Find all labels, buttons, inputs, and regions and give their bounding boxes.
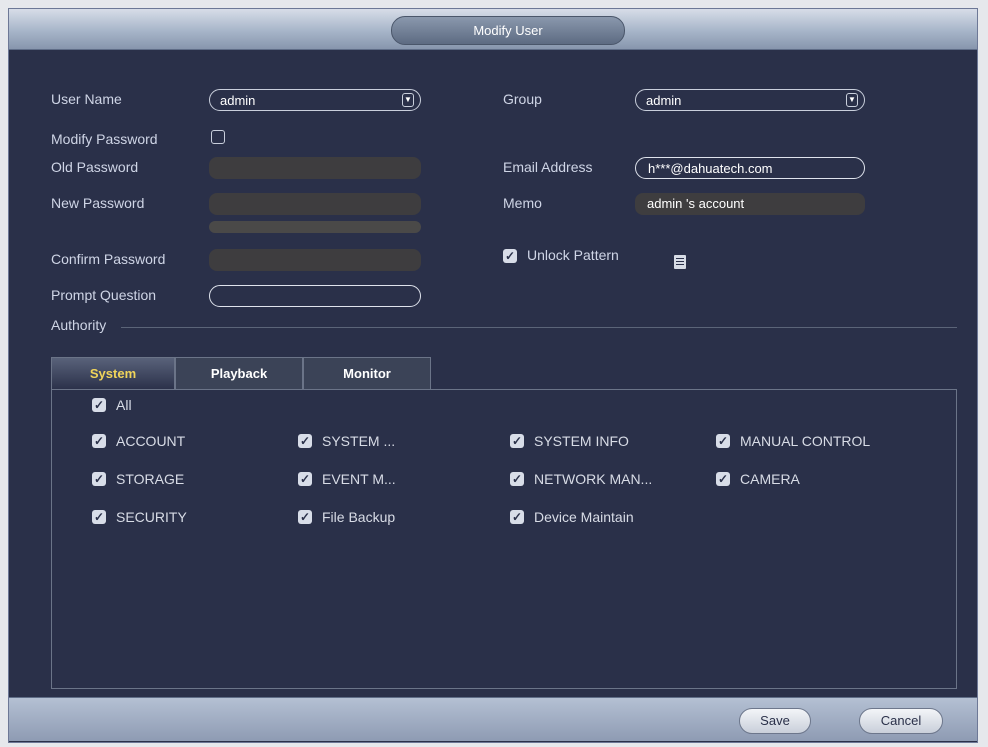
group-select[interactable]: admin ▼ <box>635 89 865 111</box>
permission-label-system: SYSTEM ... <box>322 433 396 449</box>
permission-checkbox-network[interactable]: ✓ <box>510 472 524 486</box>
unlock-pattern-label: Unlock Pattern <box>527 247 619 263</box>
confirm-password-label: Confirm Password <box>51 251 166 267</box>
permission-checkbox-system[interactable]: ✓ <box>298 434 312 448</box>
prompt-question-field[interactable] <box>209 285 421 307</box>
unlock-pattern-checkbox[interactable]: ✓ <box>503 249 517 263</box>
memo-label: Memo <box>503 195 542 211</box>
permission-checkbox-account[interactable]: ✓ <box>92 434 106 448</box>
save-button[interactable]: Save <box>739 708 811 734</box>
permission-label-camera: CAMERA <box>740 471 800 487</box>
authority-label: Authority <box>51 317 107 333</box>
permission-checkbox-storage[interactable]: ✓ <box>92 472 106 486</box>
permission-checkbox-camera[interactable]: ✓ <box>716 472 730 486</box>
password-strength-bar <box>209 221 421 233</box>
cancel-button[interactable]: Cancel <box>859 708 943 734</box>
permissions-panel: ✓ All ✓ ACCOUNT ✓ SYSTEM ... ✓ SYSTEM IN… <box>51 389 957 689</box>
group-label: Group <box>503 91 542 107</box>
bottom-button-bar: Save Cancel <box>9 697 977 741</box>
tab-playback[interactable]: Playback <box>175 357 303 389</box>
tab-system[interactable]: System <box>51 357 175 390</box>
email-address-label: Email Address <box>503 159 593 175</box>
permission-label-device-maintain: Device Maintain <box>534 509 634 525</box>
permission-checkbox-device-maintain[interactable]: ✓ <box>510 510 524 524</box>
new-password-label: New Password <box>51 195 145 211</box>
dialog-title: Modify User <box>391 16 625 45</box>
permission-label-storage: STORAGE <box>116 471 185 487</box>
tab-monitor[interactable]: Monitor <box>303 357 431 389</box>
memo-field[interactable]: admin 's account <box>635 193 865 215</box>
authority-divider <box>121 327 957 328</box>
permission-label-system-info: SYSTEM INFO <box>534 433 629 449</box>
modify-password-checkbox[interactable] <box>211 130 225 144</box>
user-name-value: admin <box>220 93 256 108</box>
group-value: admin <box>646 93 682 108</box>
old-password-label: Old Password <box>51 159 139 175</box>
document-icon[interactable] <box>674 255 686 269</box>
user-name-select[interactable]: admin ▼ <box>209 89 421 111</box>
old-password-field[interactable] <box>209 157 421 179</box>
permission-label-account: ACCOUNT <box>116 433 186 449</box>
modify-password-label: Modify Password <box>51 131 158 147</box>
prompt-question-label: Prompt Question <box>51 287 157 303</box>
new-password-field[interactable] <box>209 193 421 215</box>
permission-checkbox-event[interactable]: ✓ <box>298 472 312 486</box>
permission-label-event: EVENT M... <box>322 471 396 487</box>
all-label: All <box>116 397 132 413</box>
user-name-label: User Name <box>51 91 122 107</box>
chevron-down-icon: ▼ <box>846 93 858 107</box>
all-checkbox[interactable]: ✓ <box>92 398 106 412</box>
permission-label-security: SECURITY <box>116 509 187 525</box>
permission-label-file-backup: File Backup <box>322 509 396 525</box>
chevron-down-icon: ▼ <box>402 93 414 107</box>
permission-checkbox-manual-control[interactable]: ✓ <box>716 434 730 448</box>
permission-label-manual-control: MANUAL CONTROL <box>740 433 871 449</box>
permission-label-network: NETWORK MAN... <box>534 471 653 487</box>
permission-checkbox-security[interactable]: ✓ <box>92 510 106 524</box>
email-address-field[interactable]: h***@dahuatech.com <box>635 157 865 179</box>
modify-user-dialog: Modify User User Name admin ▼ Modify Pas… <box>8 8 978 743</box>
title-bar: Modify User <box>9 9 977 50</box>
confirm-password-field[interactable] <box>209 249 421 271</box>
permission-checkbox-file-backup[interactable]: ✓ <box>298 510 312 524</box>
permission-checkbox-system-info[interactable]: ✓ <box>510 434 524 448</box>
